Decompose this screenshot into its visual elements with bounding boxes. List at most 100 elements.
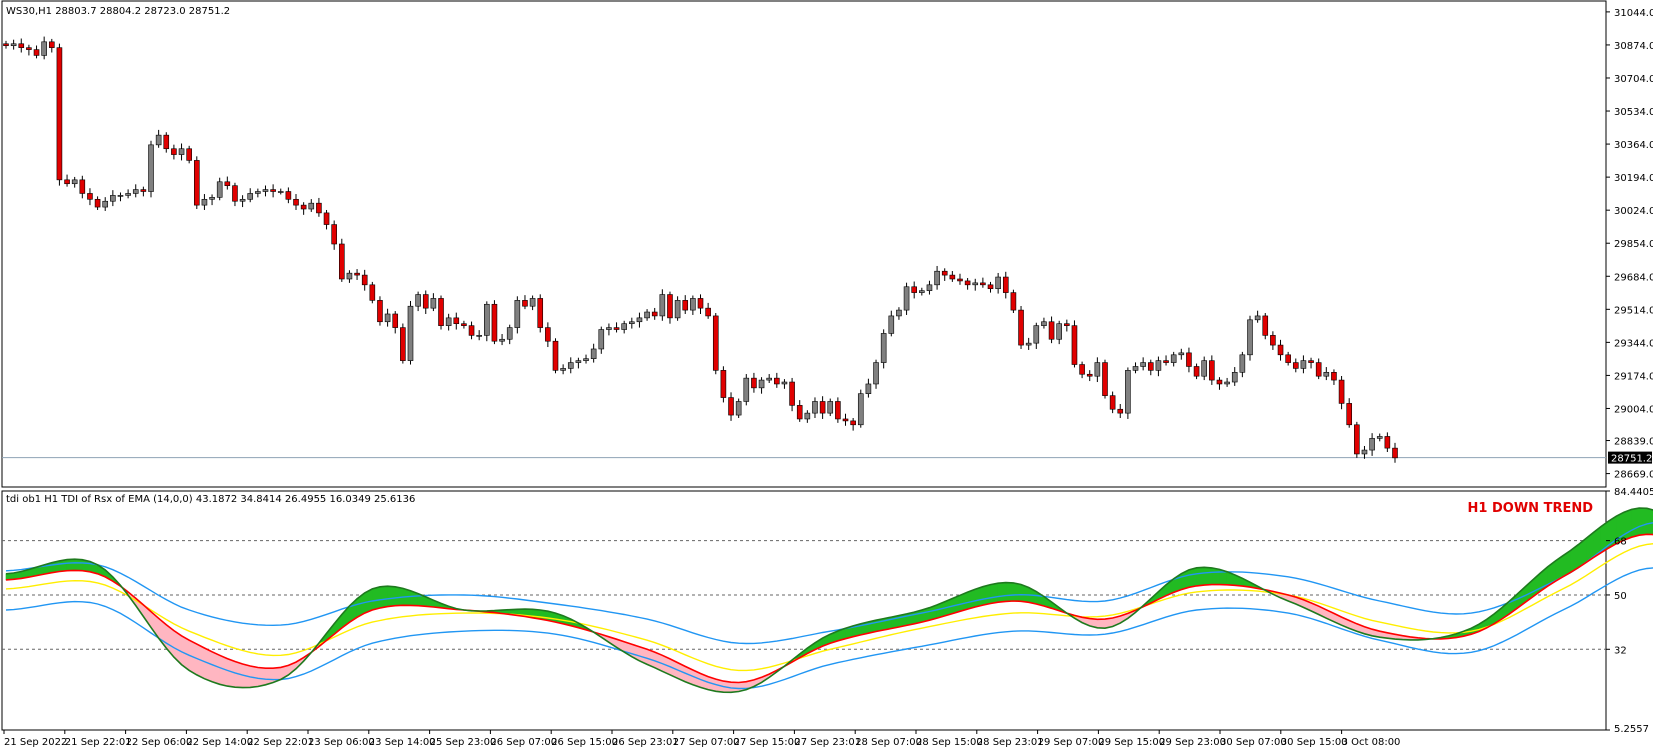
candle-body (598, 329, 605, 350)
candle-body (537, 298, 544, 328)
candle-body (10, 43, 17, 47)
candle-body (903, 286, 910, 311)
indicator-panel[interactable]: 84.4405 68 50 32 5.2557 tdi ob1 H1 TDI of Rs… (1, 487, 1653, 735)
candle-body (1209, 360, 1215, 381)
candle-body (575, 360, 582, 363)
bear-fill (211, 651, 220, 685)
time-tick-label: 26 Sep 15:00 (551, 737, 618, 748)
candle-body (1193, 366, 1200, 377)
indicator-tick-label: 84.4405 (1614, 487, 1653, 498)
candle-body (1231, 372, 1238, 383)
time-tick-label: 29 Sep 07:00 (1038, 737, 1105, 748)
candle-body (71, 179, 78, 185)
trading-chart[interactable]: 31044.0 30874.0 30704.0 30534.0 30364.0 30194… (0, 0, 1653, 753)
candle-body (606, 327, 612, 330)
indicator-tick-label: 32 (1614, 645, 1627, 656)
time-tick-label: 26 Sep 23:01 (612, 737, 679, 748)
candle-body (1323, 372, 1330, 377)
candle-body (422, 294, 429, 309)
bull-fill (74, 558, 83, 572)
candle-body (827, 401, 834, 414)
candle-body (377, 300, 383, 323)
candle-body (1331, 372, 1337, 381)
candle-body (308, 202, 315, 210)
candle-body (522, 300, 528, 307)
candle-body (651, 311, 658, 317)
time-tick-label: 29 Sep 15:00 (1098, 737, 1165, 748)
candle-body (64, 179, 70, 185)
candle-body (636, 317, 643, 323)
bull-fill (1638, 507, 1648, 536)
price-tick-label: 30534.0 (1614, 107, 1653, 118)
candle-body (461, 323, 467, 326)
candle-body (140, 189, 147, 192)
indicator-info: tdi ob1 H1 TDI of Rsx of EMA (14,0,0) 43… (6, 494, 415, 505)
candle-body (41, 41, 47, 56)
candle-body (873, 362, 879, 385)
candle-body (270, 189, 276, 192)
candle-body (102, 200, 109, 208)
candle-body (1056, 323, 1062, 340)
candle-body (1216, 379, 1223, 385)
candle-body (1086, 373, 1093, 377)
candle-body (1033, 325, 1040, 344)
candle-body (957, 278, 963, 282)
candle-body (842, 418, 849, 422)
time-tick-label: 23 Sep 14:00 (369, 737, 436, 748)
bull-fill (997, 582, 1007, 603)
time-tick-label: 30 Sep 07:00 (1220, 737, 1287, 748)
candle-body (1346, 403, 1353, 426)
price-tick-label: 30874.0 (1614, 41, 1653, 52)
candle-body (743, 377, 750, 402)
candle-body (506, 327, 513, 340)
time-tick-label: 30 Sep 15:00 (1281, 737, 1348, 748)
candle-body (781, 381, 788, 385)
candle-body (33, 49, 40, 56)
candle-body (1361, 449, 1368, 455)
candle-body (186, 148, 192, 161)
price-axis: 31044.0 30874.0 30704.0 30534.0 30364.0 30194… (1606, 8, 1653, 481)
candle-body (1369, 438, 1375, 451)
candle-body (835, 401, 841, 420)
candle-body (590, 348, 597, 359)
candle-body (201, 198, 208, 206)
candle-body (453, 317, 460, 325)
bull-fill (974, 586, 984, 608)
candle-body (896, 309, 902, 317)
candle-body (1239, 354, 1246, 373)
candle-body (919, 290, 925, 293)
candle-body (1170, 354, 1177, 363)
candle-body (552, 340, 559, 371)
trend-label: H1 DOWN TREND (1468, 501, 1594, 516)
candle-body (155, 134, 162, 146)
candle-body (438, 298, 444, 326)
candle-body (354, 272, 360, 276)
time-tick-label: 27 Sep 15:00 (734, 737, 801, 748)
candle-body (1140, 362, 1146, 367)
candle-body (1376, 436, 1383, 439)
candle-body (857, 393, 864, 426)
indicator-tick-label: 68 (1614, 537, 1627, 548)
candle-body (690, 298, 696, 311)
candle-body (1071, 325, 1078, 365)
candle-body (1018, 309, 1024, 346)
bull-fill (990, 582, 999, 604)
candle-body (361, 274, 368, 286)
candle-body (949, 274, 956, 280)
price-tick-label: 30024.0 (1614, 206, 1653, 217)
candle-body (56, 47, 63, 181)
price-tick-label: 30704.0 (1614, 74, 1653, 85)
candle-body (865, 383, 872, 394)
candle-body (430, 298, 437, 309)
candle-body (163, 134, 170, 150)
candle-body (209, 197, 215, 200)
candle-body (888, 315, 895, 334)
candle-body (980, 282, 986, 286)
price-panel[interactable]: 31044.0 30874.0 30704.0 30534.0 30364.0 30194… (1, 0, 1653, 488)
price-tick-label: 29514.0 (1614, 305, 1653, 316)
bull-fill (1203, 566, 1213, 586)
candle-body (369, 284, 376, 301)
candle-body (995, 276, 1001, 290)
candle-body (125, 193, 131, 196)
candle-body (1392, 447, 1398, 459)
